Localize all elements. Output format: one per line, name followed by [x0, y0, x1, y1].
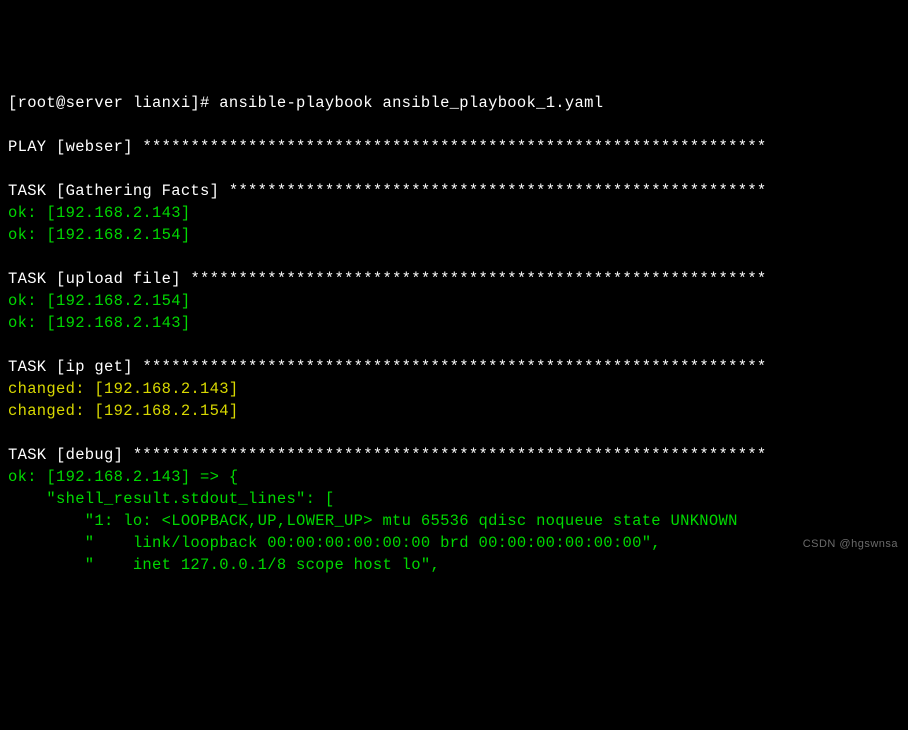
debug-line: " inet 127.0.0.1/8 scope host lo", [8, 556, 440, 574]
play-header: PLAY [webser] **************************… [8, 138, 767, 156]
debug-result-header: ok: [192.168.2.143] => { [8, 468, 238, 486]
task-result: ok: [192.168.2.143] [8, 314, 190, 332]
debug-line: "1: lo: <LOOPBACK,UP,LOWER_UP> mtu 65536… [8, 512, 738, 530]
task-upload-header: TASK [upload file] *********************… [8, 270, 767, 288]
watermark: CSDN @hgswnsa [803, 537, 898, 553]
task-ipget-header: TASK [ip get] **************************… [8, 358, 767, 376]
prompt: [root@server lianxi]# [8, 94, 210, 112]
task-result: ok: [192.168.2.154] [8, 226, 190, 244]
task-result: changed: [192.168.2.154] [8, 402, 238, 420]
debug-line: " link/loopback 00:00:00:00:00:00 brd 00… [8, 534, 661, 552]
task-gathering-header: TASK [Gathering Facts] *****************… [8, 182, 767, 200]
command: ansible-playbook ansible_playbook_1.yaml [219, 94, 603, 112]
debug-stdout-key: "shell_result.stdout_lines": [ [8, 490, 334, 508]
task-result: changed: [192.168.2.143] [8, 380, 238, 398]
task-debug-header: TASK [debug] ***************************… [8, 446, 767, 464]
task-result: ok: [192.168.2.154] [8, 292, 190, 310]
prompt-line: [root@server lianxi]# ansible-playbook a… [8, 94, 603, 112]
task-result: ok: [192.168.2.143] [8, 204, 190, 222]
terminal[interactable]: [root@server lianxi]# ansible-playbook a… [8, 92, 900, 576]
